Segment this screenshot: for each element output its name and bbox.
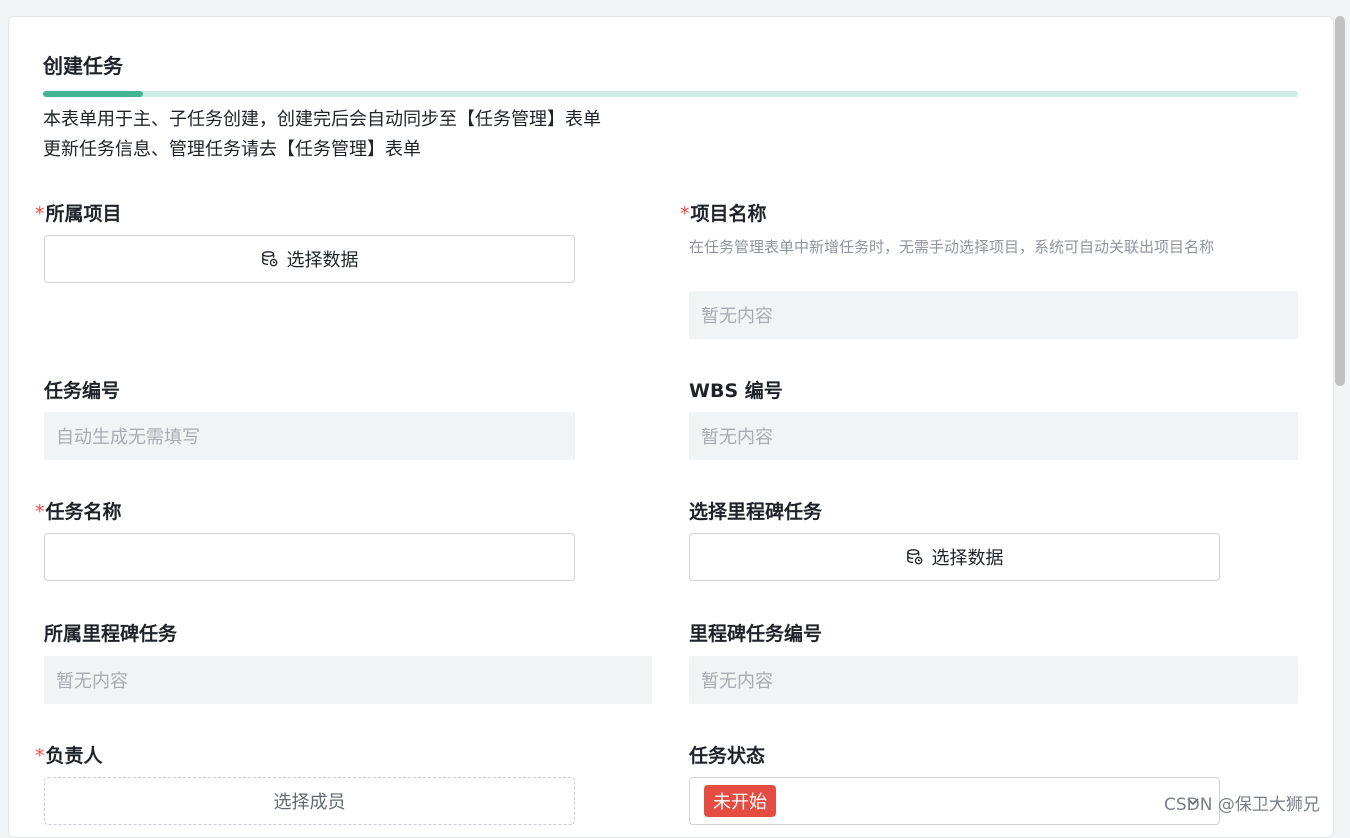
required-marker: * — [35, 203, 45, 225]
project-name-hint: 在任务管理表单中新增任务时，无需手动选择项目，系统可自动关联出项目名称 — [689, 238, 1215, 256]
field-label-parent-milestone: 所属里程碑任务 — [44, 623, 178, 645]
select-member-label: 选择成员 — [273, 792, 346, 813]
required-marker: * — [35, 745, 45, 767]
select-milestone-data-button[interactable]: 选择数据 — [689, 533, 1220, 581]
field-label-owner: *负责人 — [35, 741, 103, 768]
parent-milestone-field: 暂无内容 — [44, 656, 652, 704]
field-label-project-text: 所属项目 — [45, 203, 122, 225]
field-label-task-name-text: 任务名称 — [45, 501, 122, 523]
status-badge: 未开始 — [704, 785, 776, 817]
field-label-task-name: *任务名称 — [35, 497, 122, 524]
task-name-input[interactable] — [44, 533, 575, 581]
field-label-task-status: 任务状态 — [689, 745, 766, 767]
select-milestone-data-label: 选择数据 — [931, 548, 1004, 569]
database-icon — [261, 251, 277, 267]
section-title: 创建任务 — [43, 54, 123, 78]
vertical-scrollbar[interactable] — [1333, 16, 1347, 822]
milestone-number-field: 暂无内容 — [689, 656, 1298, 704]
section-progress-fill — [43, 91, 144, 97]
field-label-owner-text: 负责人 — [45, 745, 103, 767]
field-label-wbs-number: WBS 编号 — [689, 380, 783, 402]
select-project-data-label: 选择数据 — [286, 250, 359, 271]
section-progress-bar — [43, 91, 1298, 97]
task-status-select[interactable]: 未开始 — [689, 777, 1220, 825]
required-marker: * — [35, 501, 45, 523]
select-member-button[interactable]: 选择成员 — [44, 777, 575, 825]
watermark: CSDN @保卫大狮兄 — [1164, 795, 1320, 815]
select-project-data-button[interactable]: 选择数据 — [44, 235, 575, 283]
wbs-number-field: 暂无内容 — [689, 412, 1298, 460]
field-label-project-name-text: 项目名称 — [690, 203, 767, 225]
field-label-milestone-select: 选择里程碑任务 — [689, 501, 823, 523]
scrollbar-thumb[interactable] — [1335, 16, 1345, 386]
field-label-project-name: *项目名称 — [680, 199, 767, 226]
required-marker: * — [680, 203, 690, 225]
project-name-field: 暂无内容 — [689, 291, 1298, 339]
field-label-milestone-number: 里程碑任务编号 — [689, 623, 823, 645]
form-description-line-2: 更新任务信息、管理任务请去【任务管理】表单 — [43, 139, 421, 160]
task-number-field: 自动生成无需填写 — [44, 412, 575, 460]
form-description-line-1: 本表单用于主、子任务创建，创建完后会自动同步至【任务管理】表单 — [43, 109, 601, 130]
field-label-task-number: 任务编号 — [44, 380, 121, 402]
field-label-project: *所属项目 — [35, 199, 122, 226]
database-icon — [906, 549, 922, 565]
